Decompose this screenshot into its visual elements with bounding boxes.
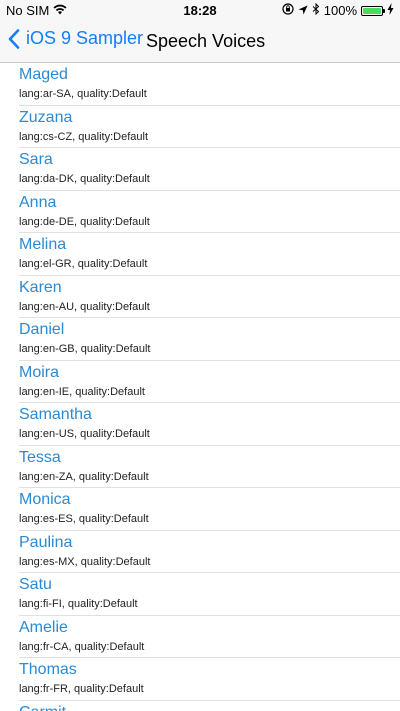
voice-name: Melina <box>19 236 67 253</box>
navigation-bar: iOS 9 Sampler Speech Voices <box>0 22 400 63</box>
voice-name: Monica <box>19 491 71 508</box>
list-item[interactable]: Anna lang:de-DE, quality:Default <box>0 191 400 234</box>
voice-detail: lang:en-US, quality:Default <box>19 428 150 440</box>
list-item[interactable]: Amelie lang:fr-CA, quality:Default <box>0 616 400 659</box>
bluetooth-icon <box>312 2 320 18</box>
voice-detail: lang:fr-CA, quality:Default <box>19 640 145 653</box>
voice-name: Maged <box>19 66 68 83</box>
voice-detail: lang:da-DK, quality:Default <box>19 173 150 185</box>
voice-detail: lang:en-IE, quality:Default <box>19 385 145 398</box>
battery-percent: 100% <box>323 3 357 18</box>
list-item[interactable]: Paulina lang:es-MX, quality:Default <box>0 531 400 574</box>
voice-name: Satu <box>19 576 52 593</box>
battery-icon <box>361 5 385 16</box>
page-title: Speech Voices <box>146 31 266 51</box>
voice-detail: lang:el-GR, quality:Default <box>19 258 148 270</box>
back-button-label: iOS 9 Sampler <box>26 28 144 48</box>
voice-detail: lang:en-AU, quality:Default <box>19 300 150 313</box>
voice-name: Zuzana <box>19 108 73 126</box>
location-icon <box>298 3 308 18</box>
charging-icon <box>387 3 394 18</box>
list-item[interactable]: Melina lang:el-GR, quality:Default <box>0 233 400 276</box>
voice-name: Karen <box>19 278 62 296</box>
voice-detail: lang:es-MX, quality:Default <box>19 555 151 568</box>
voice-detail: lang:cs-CZ, quality:Default <box>19 130 148 143</box>
list-item[interactable]: Karen lang:en-AU, quality:Default <box>0 276 400 319</box>
chevron-left-icon <box>8 28 20 49</box>
list-item[interactable]: Moira lang:en-IE, quality:Default <box>0 361 400 404</box>
voice-name: Amelie <box>19 618 68 636</box>
voice-detail: lang:de-DE, quality:Default <box>19 215 150 228</box>
list-item[interactable]: Satu lang:fi-FI, quality:Default <box>0 573 400 616</box>
lock-rotation-icon <box>282 3 294 18</box>
voice-name: Anna <box>19 193 57 211</box>
back-button[interactable]: iOS 9 Sampler <box>8 28 143 49</box>
list-item[interactable]: Thomas lang:fr-FR, quality:Default <box>0 658 400 701</box>
voice-name: Paulina <box>19 533 73 551</box>
list-item[interactable]: Monica lang:es-ES, quality:Default <box>0 488 400 531</box>
status-bar: No SIM 18:28 100% <box>0 0 400 22</box>
voice-detail: lang:fi-FI, quality:Default <box>19 598 138 610</box>
voice-detail: lang:ar-SA, quality:Default <box>19 88 147 100</box>
list-item[interactable]: Carmit <box>0 701 400 711</box>
battery-level-fill <box>363 7 381 14</box>
list-item[interactable]: Samantha lang:en-US, quality:Default <box>0 403 400 446</box>
list-item[interactable]: Sara lang:da-DK, quality:Default <box>0 148 400 191</box>
voice-name: Sara <box>19 151 53 168</box>
list-item[interactable]: Daniel lang:en-GB, quality:Default <box>0 318 400 361</box>
voice-name: Thomas <box>19 661 77 678</box>
voice-detail: lang:es-ES, quality:Default <box>19 513 149 525</box>
voice-name: Carmit <box>19 704 66 711</box>
voice-name: Moira <box>19 363 60 381</box>
voice-list[interactable]: Maged lang:ar-SA, quality:Default Zuzana la… <box>0 63 400 711</box>
list-item[interactable]: Maged lang:ar-SA, quality:Default <box>0 63 400 106</box>
status-right: 100% <box>282 2 394 18</box>
voice-name: Tessa <box>19 448 61 466</box>
voice-name: Daniel <box>19 321 65 338</box>
voice-name: Samantha <box>19 406 92 423</box>
voice-detail: lang:en-GB, quality:Default <box>19 343 151 355</box>
list-item[interactable]: Zuzana lang:cs-CZ, quality:Default <box>0 106 400 149</box>
list-item[interactable]: Tessa lang:en-ZA, quality:Default <box>0 446 400 489</box>
voice-detail: lang:fr-FR, quality:Default <box>19 683 144 695</box>
voice-detail: lang:en-ZA, quality:Default <box>19 470 149 483</box>
